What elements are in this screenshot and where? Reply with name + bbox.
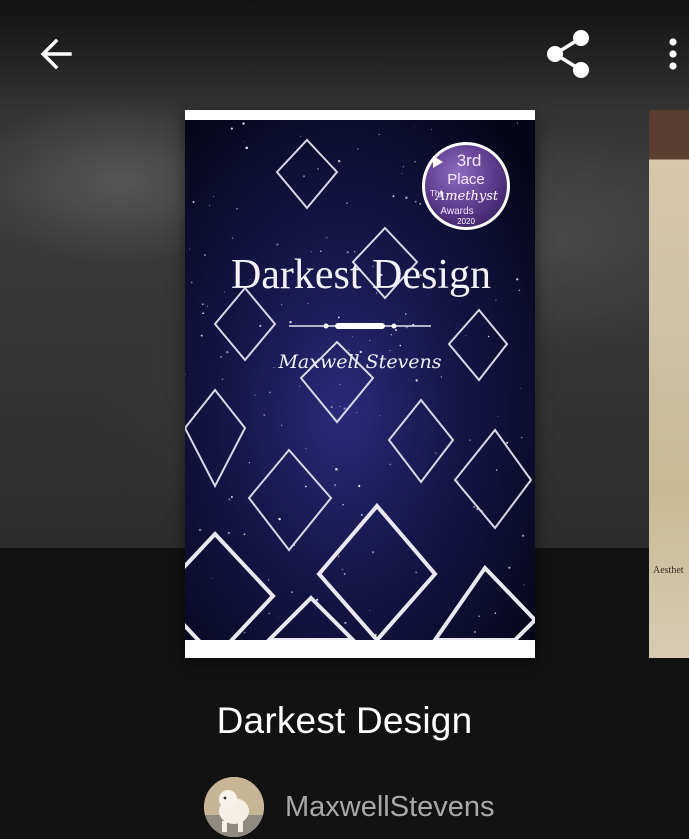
cover-author: Maxwell Stevens — [277, 351, 441, 373]
svg-text:Place: Place — [447, 171, 485, 188]
share-icon — [547, 30, 589, 78]
next-cover-title-fragment: Aesthet — [653, 565, 684, 576]
svg-text:Amethyst: Amethyst — [435, 189, 499, 204]
author-name: MaxwellStevens — [285, 790, 495, 823]
story-title: Darkest Design — [216, 700, 473, 741]
book-cover[interactable]: 3rd Place The Amethyst Awards 2020 Darke… — [185, 110, 535, 658]
avatar[interactable] — [204, 777, 264, 837]
svg-text:Awards: Awards — [440, 206, 473, 217]
author-profile-link[interactable]: MaxwellStevens — [204, 777, 495, 837]
next-book-cover[interactable]: Aesthet — [649, 110, 689, 658]
cover-title: Darkest Design — [231, 252, 491, 298]
more-vertical-icon — [668, 38, 677, 70]
share-button[interactable] — [538, 24, 598, 84]
back-button[interactable] — [30, 28, 82, 80]
award-badge: 3rd Place The Amethyst Awards 2020 — [422, 142, 510, 230]
svg-text:2020: 2020 — [457, 217, 475, 226]
svg-text:3rd: 3rd — [457, 151, 482, 170]
arrow-left-icon — [40, 38, 72, 70]
more-options-button[interactable] — [656, 28, 689, 80]
